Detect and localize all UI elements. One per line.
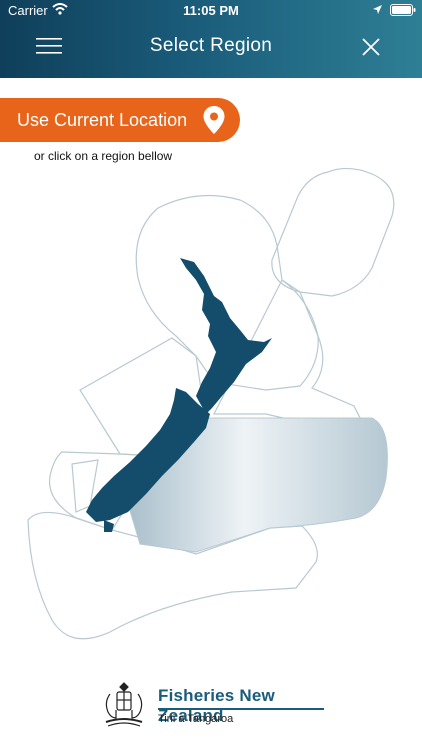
clock: 11:05 PM: [183, 3, 239, 18]
app-header: Carrier 11:05 PM Select Region: [0, 0, 422, 78]
location-arrow-icon: [373, 5, 382, 14]
use-current-location-button[interactable]: Use Current Location: [0, 98, 240, 142]
north-island: [180, 258, 272, 414]
coat-of-arms-icon: [105, 682, 143, 727]
region-northland-offshore[interactable]: [271, 167, 395, 297]
page-title: Select Region: [149, 35, 273, 56]
logo-divider: [158, 708, 324, 710]
use-current-location-label: Use Current Location: [17, 110, 188, 130]
status-bar: Carrier 11:05 PM: [0, 0, 422, 22]
fisheries-nz-logo: Fisheries New Zealand Tini a Tangaroa: [96, 680, 336, 730]
region-map: [27, 167, 395, 640]
logo-subtitle: Tini a Tangaroa: [158, 713, 234, 725]
location-pin-icon: [203, 106, 225, 134]
close-icon[interactable]: [360, 36, 382, 58]
battery-icon: [390, 4, 416, 16]
